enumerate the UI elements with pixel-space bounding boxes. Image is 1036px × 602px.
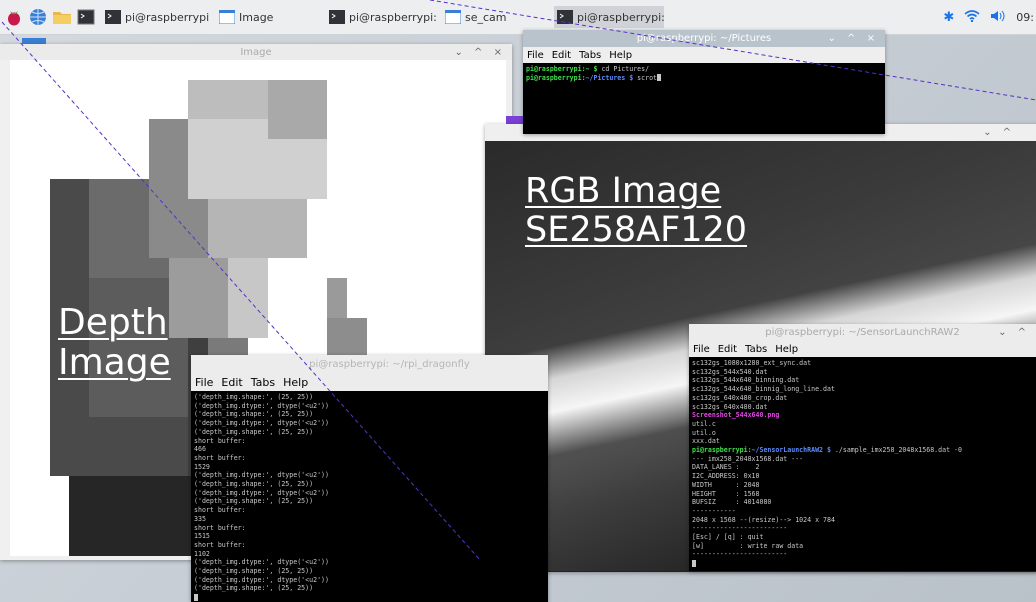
annotation-line-rgb xyxy=(429,0,1036,101)
annotation-lines xyxy=(1,0,1036,561)
annotation-line-depth xyxy=(1,21,481,561)
